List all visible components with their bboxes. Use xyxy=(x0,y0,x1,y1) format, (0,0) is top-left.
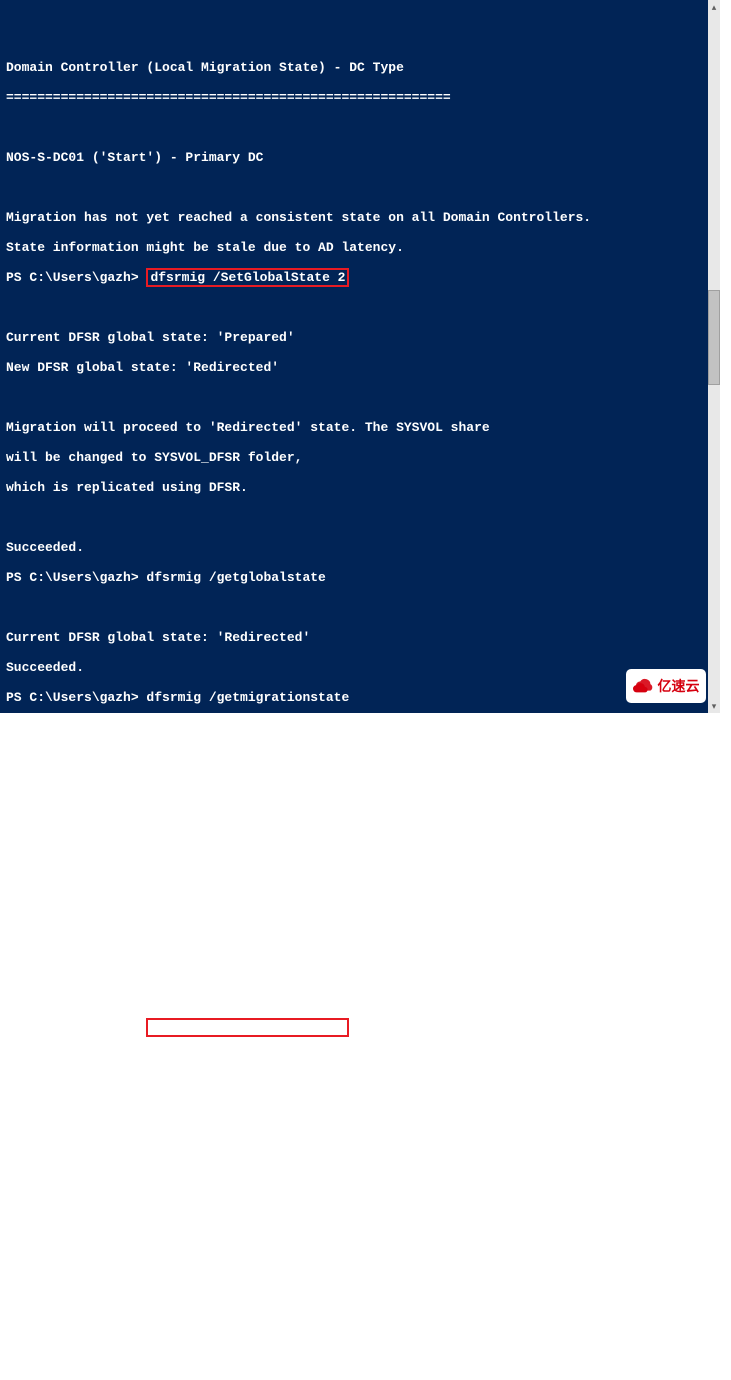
powershell-terminal[interactable]: ▴ ▾ Domain Controller (Local Migration S… xyxy=(0,0,720,713)
prompt-line: PS C:\Users\gazh> dfsrmig /SetGlobalStat… xyxy=(6,1020,704,1035)
output-line: State information might be stale due to … xyxy=(6,240,704,255)
output-line: then run with option /DeleteRoNtfrsMembe… xyxy=(6,1290,704,1305)
output-line: New DFSR global state: 'Eliminated' xyxy=(6,1110,704,1125)
output-line: Succeeded. xyxy=(6,1320,704,1335)
output-line: will be changed to SYSVOL_DFSR folder, xyxy=(6,450,704,465)
output-line: ========================================… xyxy=(6,840,704,855)
output-line: State information might be stale due to … xyxy=(6,990,704,1005)
output-line xyxy=(6,390,704,405)
scroll-up-arrow[interactable]: ▴ xyxy=(708,0,720,14)
output-line: PS C:\Users\gazh> dfsrmig /getglobalstat… xyxy=(6,570,704,585)
output-line: Succeeded. xyxy=(6,540,704,555)
output-line: PS C:\Users\gazh> dfsrmig /getmigrations… xyxy=(6,690,704,705)
prompt-text: PS C:\Users\gazh> xyxy=(6,270,146,285)
cursor xyxy=(147,1362,155,1365)
output-line: Migration has not yet reached a consiste… xyxy=(6,210,704,225)
prompt-line: PS C:\Users\gazh> dfsrmig /SetGlobalStat… xyxy=(6,270,704,285)
output-line: NOS-S-DC01 ('Start') - Primary DC xyxy=(6,150,704,165)
output-line: The following Domain Controllers are not… xyxy=(6,750,704,765)
output-line xyxy=(6,870,704,885)
output-line: ========================================… xyxy=(6,90,704,105)
watermark-logo: 亿速云 xyxy=(626,669,706,703)
output-line: Succeeded. xyxy=(6,660,704,675)
output-line: If any RODC is stuck in the 'Eliminating… xyxy=(6,1260,704,1275)
output-line: which is replicated using DFSR. xyxy=(6,480,704,495)
output-line xyxy=(6,1230,704,1245)
output-line xyxy=(6,120,704,135)
highlighted-command-1: dfsrmig /SetGlobalState 2 xyxy=(146,268,349,287)
output-line: Current DFSR global state: 'Prepared' xyxy=(6,330,704,345)
output-line: Migration will proceed to 'Redirected' s… xyxy=(6,420,704,435)
output-line: to revert this step. xyxy=(6,1200,704,1215)
output-line xyxy=(6,600,704,615)
output-line xyxy=(6,1050,704,1065)
output-line xyxy=(6,300,704,315)
output-line xyxy=(6,780,704,795)
scroll-down-arrow[interactable]: ▾ xyxy=(708,699,720,713)
output-line: New DFSR global state: 'Redirected' xyxy=(6,360,704,375)
output-line xyxy=(6,720,704,735)
prompt-text: PS C:\Users\gazh> xyxy=(6,1350,146,1365)
output-line xyxy=(6,510,704,525)
highlighted-command-2: dfsrmig /SetGlobalState 3 xyxy=(146,1018,349,1037)
prompt-text: PS C:\Users\gazh> xyxy=(6,1020,146,1035)
output-line: Domain Controller (Local Migration State… xyxy=(6,810,704,825)
output-line xyxy=(6,180,704,195)
output-line: Current DFSR global state: 'Redirected' xyxy=(6,630,704,645)
prompt-line[interactable]: PS C:\Users\gazh> xyxy=(6,1350,704,1365)
output-line: Migration will proceed to 'Eliminated' s… xyxy=(6,1170,704,1185)
output-line xyxy=(6,1140,704,1155)
output-line: NOS-S-DC01 ('Start') - Primary DC xyxy=(6,900,704,915)
output-line xyxy=(6,930,704,945)
cloud-icon xyxy=(633,675,655,697)
scrollbar-thumb[interactable] xyxy=(708,290,720,385)
output-line: Current DFSR global state: 'Redirected' xyxy=(6,1080,704,1095)
output-line: Migration has not yet reached a consiste… xyxy=(6,960,704,975)
output-line: Domain Controller (Local Migration State… xyxy=(6,60,704,75)
logo-text: 亿速云 xyxy=(658,679,700,694)
